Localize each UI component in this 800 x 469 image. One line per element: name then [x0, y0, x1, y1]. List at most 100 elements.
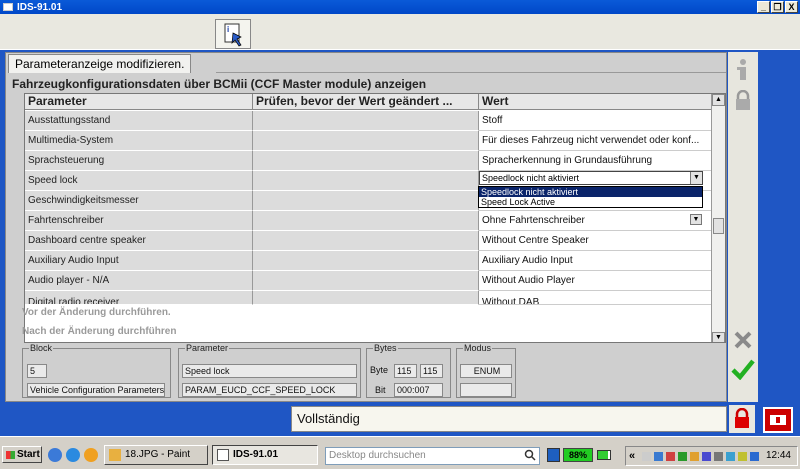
value-cell[interactable]: Ohne Fahrtenschreiber [479, 211, 713, 231]
desktop-search-icon[interactable] [547, 448, 560, 462]
tray-icon[interactable] [690, 452, 699, 461]
tray-icon[interactable] [654, 452, 663, 461]
block-group: Block 5 Vehicle Configuration Parameters [22, 343, 171, 398]
parameter-legend: Parameter [186, 343, 229, 353]
lock-icon[interactable] [734, 89, 752, 115]
clock[interactable]: 12:44 [766, 450, 791, 461]
check-cell [253, 131, 479, 151]
bytes-group: Bytes Byte 115 115 Bit 000:007 [366, 343, 451, 398]
check-cell [253, 231, 479, 251]
parameter-cell: Multimedia-System [25, 131, 253, 151]
value-cell[interactable]: Stoff [479, 111, 713, 131]
parameter-id-field: PARAM_EUCD_CCF_SPEED_LOCK [182, 383, 357, 397]
tray-icon[interactable] [738, 452, 747, 461]
parameter-cell: Geschwindigkeitsmesser [25, 191, 253, 211]
before-change-label: Vor der Änderung durchführen. [22, 307, 171, 318]
cancel-icon[interactable] [733, 330, 753, 353]
tray-icon[interactable] [750, 452, 759, 461]
check-cell [253, 151, 479, 171]
table-row[interactable]: Digital radio receiver Without DAB [25, 291, 713, 305]
scroll-down-button[interactable]: ▼ [712, 332, 725, 342]
dropdown-arrow-icon[interactable]: ▼ [690, 214, 702, 225]
battery-icon [597, 450, 611, 460]
help-icon[interactable] [734, 58, 752, 85]
bytes-legend: Bytes [374, 343, 397, 353]
taskbar: Start 18.JPG - Paint IDS-91.01 Desktop d… [0, 436, 800, 469]
value-cell[interactable]: Without DAB [479, 291, 713, 305]
tray-icon[interactable] [642, 452, 651, 461]
desktop-search-input[interactable]: Desktop durchsuchen [325, 447, 540, 465]
tab-parameteranzeige[interactable]: Parameteranzeige modifizieren. [8, 54, 192, 73]
ids-app-icon [217, 449, 229, 461]
value-cell[interactable]: Without Audio Player [479, 271, 713, 291]
parameter-cell: Fahrtenschreiber [25, 211, 253, 231]
column-header-parameter[interactable]: Parameter [25, 94, 253, 109]
lock-icon[interactable] [729, 405, 755, 433]
toolbar: i [0, 14, 800, 50]
document-settings-icon[interactable]: i [215, 19, 251, 49]
check-cell [253, 251, 479, 271]
option-speedlock-active[interactable]: Speed Lock Active [479, 197, 702, 207]
byte-label: Byte [370, 365, 389, 375]
value-cell[interactable]: Spracherkennung in Grundausführung [479, 151, 713, 171]
table-row[interactable]: Auxiliary Audio Input Auxiliary Audio In… [25, 251, 713, 271]
tray-expand-chevron[interactable]: « [629, 450, 635, 462]
search-icon[interactable] [524, 449, 536, 464]
paint-icon [109, 449, 121, 461]
parameter-group: Parameter Speed lock PARAM_EUCD_CCF_SPEE… [178, 343, 361, 398]
table-row[interactable]: Sprachsteuerung Spracherkennung in Grund… [25, 151, 713, 171]
table-row[interactable]: Audio player - N/A Without Audio Player [25, 271, 713, 291]
table-row[interactable]: Ausstattungsstand Stoff [25, 111, 713, 131]
table-scrollbar[interactable]: ▲ ▼ [711, 94, 725, 342]
check-cell [253, 191, 479, 211]
bit-field: 000:007 [394, 383, 443, 397]
check-cell [253, 171, 479, 191]
table-row[interactable]: Dashboard centre speaker Without Centre … [25, 231, 713, 251]
tray-icon[interactable] [666, 452, 675, 461]
confirm-check-icon[interactable] [731, 358, 755, 383]
check-cell [253, 271, 479, 291]
messenger-icon[interactable] [84, 448, 98, 462]
windows-logo-icon [6, 451, 15, 459]
exit-icon[interactable] [763, 407, 793, 433]
show-desktop-icon[interactable] [48, 448, 62, 462]
tray-icon[interactable] [678, 452, 687, 461]
restore-button[interactable]: ❐ [771, 1, 784, 13]
svg-text:i: i [227, 25, 229, 34]
network-icon[interactable] [726, 452, 735, 461]
column-header-check[interactable]: Prüfen, bevor der Wert geändert ... [253, 94, 479, 109]
modus-extra-field [460, 383, 512, 397]
taskbar-item-label: 18.JPG - Paint [125, 449, 191, 460]
system-tray: « 12:44 [625, 446, 798, 466]
parameter-cell: Sprachsteuerung [25, 151, 253, 171]
block-name-field: Vehicle Configuration Parameters [27, 383, 165, 397]
parameter-table: Parameter Prüfen, bevor der Wert geänder… [24, 93, 726, 343]
block-number-field: 5 [27, 364, 47, 378]
speed-lock-select[interactable]: Speedlock nicht aktiviert ▼ [479, 171, 703, 185]
value-cell[interactable]: Without Centre Speaker [479, 231, 713, 251]
internet-explorer-icon[interactable] [66, 448, 80, 462]
check-cell [253, 111, 479, 131]
taskbar-item-paint[interactable]: 18.JPG - Paint [104, 445, 208, 465]
value-cell[interactable]: Auxiliary Audio Input [479, 251, 713, 271]
column-header-value[interactable]: Wert [479, 94, 713, 109]
bit-label: Bit [375, 385, 386, 395]
tray-icon[interactable] [702, 452, 711, 461]
scroll-up-button[interactable]: ▲ [712, 94, 725, 106]
close-button[interactable]: X [785, 1, 798, 13]
volume-icon[interactable] [714, 452, 723, 461]
scroll-thumb[interactable] [713, 218, 724, 234]
table-row[interactable]: Fahrtenschreiber Ohne Fahrtenschreiber [25, 211, 713, 231]
tab-divider [216, 72, 726, 73]
table-row[interactable]: Multimedia-System Für dieses Fahrzeug ni… [25, 131, 713, 151]
modus-field: ENUM [460, 364, 512, 378]
after-change-label: Nach der Änderung durchführen [22, 326, 177, 337]
value-cell[interactable]: Für dieses Fahrzeug nicht verwendet oder… [479, 131, 713, 151]
dropdown-arrow-icon[interactable]: ▼ [690, 172, 702, 184]
start-button[interactable]: Start [2, 446, 42, 463]
right-toolbar [728, 52, 758, 402]
minimize-button[interactable]: _ [757, 1, 770, 13]
speed-lock-options: Speedlock nicht aktiviert Speed Lock Act… [478, 186, 703, 208]
option-speedlock-inactive[interactable]: Speedlock nicht aktiviert [479, 187, 702, 197]
taskbar-item-ids[interactable]: IDS-91.01 [212, 445, 318, 465]
